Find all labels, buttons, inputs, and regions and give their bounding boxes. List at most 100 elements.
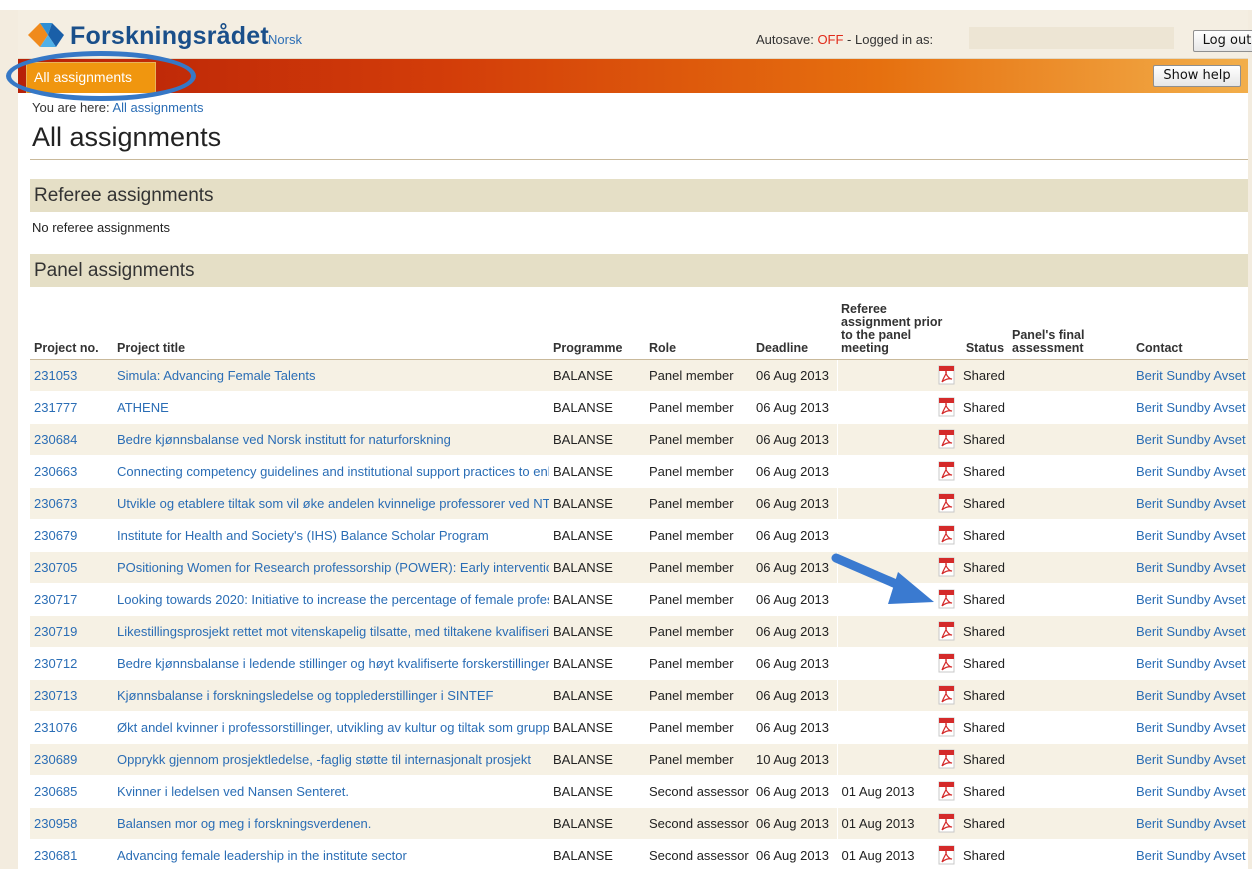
contact-link[interactable]: Berit Sundby Avset xyxy=(1132,358,1249,391)
col-status[interactable]: Status xyxy=(959,294,1009,360)
project-title-link[interactable]: POsitioning Women for Research professor… xyxy=(113,550,549,583)
col-final-assessment[interactable]: Panel's final assessment xyxy=(1008,294,1133,360)
pdf-icon[interactable] xyxy=(938,589,955,609)
table-row[interactable]: 230689 Opprykk gjennom prosjektledelse, -… xyxy=(30,742,1249,775)
project-number-link[interactable]: 230663 xyxy=(30,454,113,487)
col-contact[interactable]: Contact xyxy=(1132,294,1249,360)
project-number-link[interactable]: 230713 xyxy=(30,678,113,711)
logout-button[interactable]: Log out xyxy=(1193,30,1252,52)
table-row[interactable]: 231053 Simula: Advancing Female Talents BA… xyxy=(30,358,1249,391)
pdf-cell[interactable] xyxy=(921,806,960,839)
project-number-link[interactable]: 230719 xyxy=(30,614,113,647)
contact-link[interactable]: Berit Sundby Avset xyxy=(1132,774,1249,807)
pdf-cell[interactable] xyxy=(921,518,960,551)
project-title-link[interactable]: Connecting competency guidelines and ins… xyxy=(113,454,549,487)
pdf-icon[interactable] xyxy=(938,525,955,545)
project-title-link[interactable]: Bedre kjønnsbalanse i ledende stillinger… xyxy=(113,646,549,679)
pdf-icon[interactable] xyxy=(938,429,955,449)
table-row[interactable]: 230684 Bedre kjønnsbalanse ved Norsk inst… xyxy=(30,422,1249,455)
project-title-link[interactable]: Kjønnsbalanse i forskningsledelse og top… xyxy=(113,678,549,711)
table-row[interactable]: 230663 Connecting competency guidelines a… xyxy=(30,454,1249,487)
breadcrumb-current[interactable]: All assignments xyxy=(112,100,203,115)
contact-link[interactable]: Berit Sundby Avset xyxy=(1132,518,1249,551)
project-title-link[interactable]: Simula: Advancing Female Talents xyxy=(113,358,549,391)
table-row[interactable]: 230685 Kvinner i ledelsen ved Nansen Sent… xyxy=(30,774,1249,807)
pdf-cell[interactable] xyxy=(921,422,960,455)
tab-all-assignments[interactable]: All assignments xyxy=(26,62,156,93)
project-number-link[interactable]: 230684 xyxy=(30,422,113,455)
pdf-icon[interactable] xyxy=(938,621,955,641)
table-row[interactable]: 230719 Likestillingsprosjekt rettet mot v… xyxy=(30,614,1249,647)
contact-link[interactable]: Berit Sundby Avset xyxy=(1132,486,1249,519)
pdf-cell[interactable] xyxy=(921,550,960,583)
project-title-link[interactable]: Bedre kjønnsbalanse ved Norsk institutt … xyxy=(113,422,549,455)
project-title-link[interactable]: Kvinner i ledelsen ved Nansen Senteret. xyxy=(113,774,549,807)
table-row[interactable]: 230673 Utvikle og etablere tiltak som vil… xyxy=(30,486,1249,519)
pdf-icon[interactable] xyxy=(938,557,955,577)
col-referee-prior[interactable]: Referee assignment prior to the panel me… xyxy=(837,294,960,360)
col-project-title[interactable]: Project title xyxy=(113,294,549,360)
pdf-cell[interactable] xyxy=(921,582,960,615)
pdf-cell[interactable] xyxy=(921,742,960,775)
pdf-cell[interactable] xyxy=(921,774,960,807)
project-number-link[interactable]: 231777 xyxy=(30,390,113,423)
pdf-icon[interactable] xyxy=(938,749,955,769)
project-title-link[interactable]: Opprykk gjennom prosjektledelse, -faglig… xyxy=(113,742,549,775)
project-number-link[interactable]: 230685 xyxy=(30,774,113,807)
project-title-link[interactable]: Økt andel kvinner i professorstillinger,… xyxy=(113,710,549,743)
project-number-link[interactable]: 231076 xyxy=(30,710,113,743)
project-title-link[interactable]: Advancing female leadership in the insti… xyxy=(113,838,549,871)
pdf-icon[interactable] xyxy=(938,461,955,481)
col-programme[interactable]: Programme xyxy=(549,294,645,360)
project-title-link[interactable]: Institute for Health and Society's (IHS)… xyxy=(113,518,549,551)
table-row[interactable]: 230958 Balansen mor og meg i forskningsve… xyxy=(30,806,1249,839)
pdf-cell[interactable] xyxy=(921,390,960,423)
contact-link[interactable]: Berit Sundby Avset xyxy=(1132,742,1249,775)
table-row[interactable]: 231076 Økt andel kvinner i professorstill… xyxy=(30,710,1249,743)
project-number-link[interactable]: 230689 xyxy=(30,742,113,775)
table-row[interactable]: 230712 Bedre kjønnsbalanse i ledende stil… xyxy=(30,646,1249,679)
project-title-link[interactable]: ATHENE xyxy=(113,390,549,423)
col-role[interactable]: Role xyxy=(645,294,752,360)
project-number-link[interactable]: 230717 xyxy=(30,582,113,615)
project-number-link[interactable]: 230712 xyxy=(30,646,113,679)
project-number-link[interactable]: 230705 xyxy=(30,550,113,583)
contact-link[interactable]: Berit Sundby Avset xyxy=(1132,838,1249,871)
contact-link[interactable]: Berit Sundby Avset xyxy=(1132,454,1249,487)
project-title-link[interactable]: Likestillingsprosjekt rettet mot vitensk… xyxy=(113,614,549,647)
contact-link[interactable]: Berit Sundby Avset xyxy=(1132,678,1249,711)
table-row[interactable]: 230705 POsitioning Women for Research pro… xyxy=(30,550,1249,583)
show-help-button[interactable]: Show help xyxy=(1153,65,1241,87)
contact-link[interactable]: Berit Sundby Avset xyxy=(1132,390,1249,423)
project-title-link[interactable]: Utvikle og etablere tiltak som vil øke a… xyxy=(113,486,549,519)
pdf-cell[interactable] xyxy=(921,486,960,519)
project-number-link[interactable]: 230681 xyxy=(30,838,113,871)
brand-name[interactable]: Forskningsrådet xyxy=(70,22,269,51)
pdf-icon[interactable] xyxy=(938,493,955,513)
pdf-icon[interactable] xyxy=(938,685,955,705)
pdf-cell[interactable] xyxy=(921,710,960,743)
col-deadline[interactable]: Deadline xyxy=(752,294,837,360)
pdf-cell[interactable] xyxy=(921,838,960,871)
table-row[interactable]: 230679 Institute for Health and Society's… xyxy=(30,518,1249,551)
contact-link[interactable]: Berit Sundby Avset xyxy=(1132,582,1249,615)
autosave-state[interactable]: OFF xyxy=(817,32,843,47)
pdf-icon[interactable] xyxy=(938,781,955,801)
forskningsradet-logo-icon[interactable] xyxy=(26,20,66,50)
contact-link[interactable]: Berit Sundby Avset xyxy=(1132,646,1249,679)
project-number-link[interactable]: 230958 xyxy=(30,806,113,839)
table-row[interactable]: 231777 ATHENE BALANSE Panel member 06 Aug 20… xyxy=(30,390,1249,423)
table-row[interactable]: 230717 Looking towards 2020: Initiative t… xyxy=(30,582,1249,615)
contact-link[interactable]: Berit Sundby Avset xyxy=(1132,710,1249,743)
project-title-link[interactable]: Looking towards 2020: Initiative to incr… xyxy=(113,582,549,615)
contact-link[interactable]: Berit Sundby Avset xyxy=(1132,806,1249,839)
contact-link[interactable]: Berit Sundby Avset xyxy=(1132,422,1249,455)
project-number-link[interactable]: 231053 xyxy=(30,358,113,391)
table-row[interactable]: 230681 Advancing female leadership in the… xyxy=(30,838,1249,871)
contact-link[interactable]: Berit Sundby Avset xyxy=(1132,550,1249,583)
col-project-no[interactable]: Project no. xyxy=(30,294,113,360)
pdf-icon[interactable] xyxy=(938,845,955,865)
pdf-icon[interactable] xyxy=(938,717,955,737)
project-number-link[interactable]: 230673 xyxy=(30,486,113,519)
contact-link[interactable]: Berit Sundby Avset xyxy=(1132,614,1249,647)
